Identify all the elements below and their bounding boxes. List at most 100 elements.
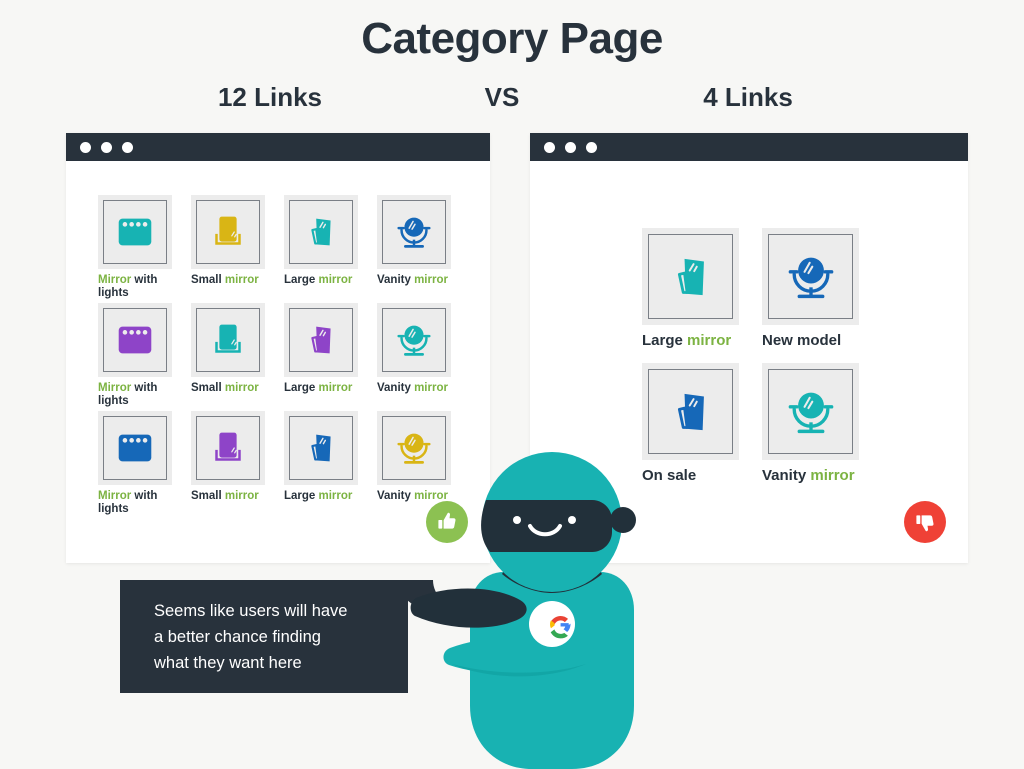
product-thumbnail-frame [196, 308, 260, 372]
product-link-tile[interactable]: Small mirror [191, 303, 284, 411]
product-link-tile[interactable]: Large mirror [284, 195, 377, 303]
label-part: Small [191, 382, 225, 394]
label-part: mirror [224, 382, 259, 394]
label-part: mirror [687, 332, 732, 349]
product-link-label[interactable]: Vanity mirror [377, 274, 463, 287]
left-panel-subtitle: 12 Links [217, 82, 323, 112]
mirror-with-lights-icon [118, 434, 152, 462]
label-part: mirror [224, 274, 259, 286]
product-thumbnail [191, 303, 265, 377]
label-part: Large [284, 490, 319, 502]
product-thumbnail [642, 228, 739, 325]
product-link-tile[interactable]: New model [762, 228, 882, 363]
product-thumbnail [191, 411, 265, 485]
label-part: Small [191, 490, 225, 502]
product-link-tile[interactable]: Vanity mirror [377, 195, 470, 303]
product-thumbnail [642, 363, 739, 460]
product-thumbnail [284, 303, 358, 377]
label-part: mirror [318, 274, 353, 286]
window-dot-icon[interactable] [565, 141, 576, 153]
product-link-label[interactable]: Small mirror [191, 274, 277, 287]
label-part: Small [191, 274, 225, 286]
product-link-tile[interactable]: Small mirror [191, 411, 284, 519]
small-mirror-icon [215, 324, 241, 353]
product-link-label[interactable]: Vanity mirror [377, 382, 463, 395]
large-mirror-icon [311, 326, 331, 354]
product-thumbnail [191, 195, 265, 269]
product-link-label[interactable]: Mirror with lights [98, 382, 184, 408]
product-thumbnail-frame [196, 416, 260, 480]
label-part: Mirror [98, 382, 132, 394]
product-link-label[interactable]: New model [762, 332, 882, 350]
product-thumbnail-frame [648, 234, 733, 319]
vanity-mirror-icon [397, 325, 431, 356]
product-link-label[interactable]: Mirror with lights [98, 274, 184, 300]
product-thumbnail [98, 411, 172, 485]
speech-bubble: Seems like users will have a better chan… [120, 580, 408, 693]
label-part: Mirror [98, 274, 132, 286]
label-part: mirror [224, 490, 259, 502]
right-panel-subtitle: 4 Links [703, 82, 793, 112]
product-link-label[interactable]: Large mirror [284, 490, 370, 503]
infographic-stage: Category Page 12 Links VS 4 Links Mirror… [0, 0, 1024, 769]
speech-bubble-text: Seems like users will have a better chan… [154, 602, 348, 673]
product-link-tile[interactable]: Mirror with lights [98, 303, 191, 411]
window-titlebar [66, 133, 490, 161]
product-thumbnail-frame [289, 416, 353, 480]
product-link-label[interactable]: Large mirror [284, 382, 370, 395]
label-part: Mirror [98, 490, 132, 502]
mirror-with-lights-icon [118, 218, 152, 246]
product-link-tile[interactable]: Mirror with lights [98, 195, 191, 303]
vanity-mirror-icon [788, 392, 833, 433]
product-link-tile[interactable]: Small mirror [191, 195, 284, 303]
label-part: mirror [318, 490, 353, 502]
product-thumbnail-frame [196, 200, 260, 264]
label-part: mirror [810, 467, 855, 484]
product-thumbnail [284, 411, 358, 485]
large-mirror-icon [311, 434, 331, 462]
product-thumbnail-frame [648, 369, 733, 454]
window-dot-icon[interactable] [544, 141, 555, 153]
page-title: Category Page [361, 14, 663, 63]
product-thumbnail [377, 303, 451, 377]
window-dot-icon[interactable] [101, 141, 112, 153]
product-link-label[interactable]: Small mirror [191, 490, 277, 503]
large-mirror-icon [677, 393, 704, 430]
label-part: mirror [318, 382, 353, 394]
label-part: Vanity [762, 467, 811, 484]
product-link-tile[interactable]: Mirror with lights [98, 411, 191, 519]
product-thumbnail-frame [768, 369, 853, 454]
label-part: mirror [414, 274, 448, 286]
label-part: New model [762, 332, 842, 349]
product-thumbnail [762, 363, 859, 460]
product-link-tile[interactable]: Vanity mirror [377, 303, 470, 411]
vanity-mirror-icon [788, 257, 833, 298]
label-part: Large [284, 274, 319, 286]
product-thumbnail-frame [103, 308, 167, 372]
product-thumbnail [762, 228, 859, 325]
vs-label: VS [484, 82, 520, 112]
window-dot-icon[interactable] [122, 141, 133, 153]
product-thumbnail-frame [289, 308, 353, 372]
product-link-label[interactable]: Large mirror [642, 332, 762, 350]
label-part: Large [284, 382, 319, 394]
window-dot-icon[interactable] [586, 141, 597, 153]
product-link-tile[interactable]: Vanity mirror [762, 363, 882, 498]
product-thumbnail [98, 195, 172, 269]
product-link-label[interactable]: Large mirror [284, 274, 370, 287]
product-link-label[interactable]: Vanity mirror [762, 467, 882, 485]
product-link-label[interactable]: Small mirror [191, 382, 277, 395]
window-dot-icon[interactable] [80, 141, 91, 153]
product-thumbnail [284, 195, 358, 269]
product-thumbnail [98, 303, 172, 377]
product-link-tile[interactable]: Large mirror [642, 228, 762, 363]
product-link-tile[interactable]: Large mirror [284, 303, 377, 411]
product-link-tile[interactable]: Large mirror [284, 411, 377, 519]
product-link-label[interactable]: Mirror with lights [98, 490, 184, 516]
label-part: Large [642, 332, 688, 349]
window-titlebar [530, 133, 968, 161]
label-part: Vanity [377, 274, 415, 286]
thumbs-down-icon [904, 501, 946, 543]
product-thumbnail [377, 195, 451, 269]
product-thumbnail-frame [382, 308, 446, 372]
